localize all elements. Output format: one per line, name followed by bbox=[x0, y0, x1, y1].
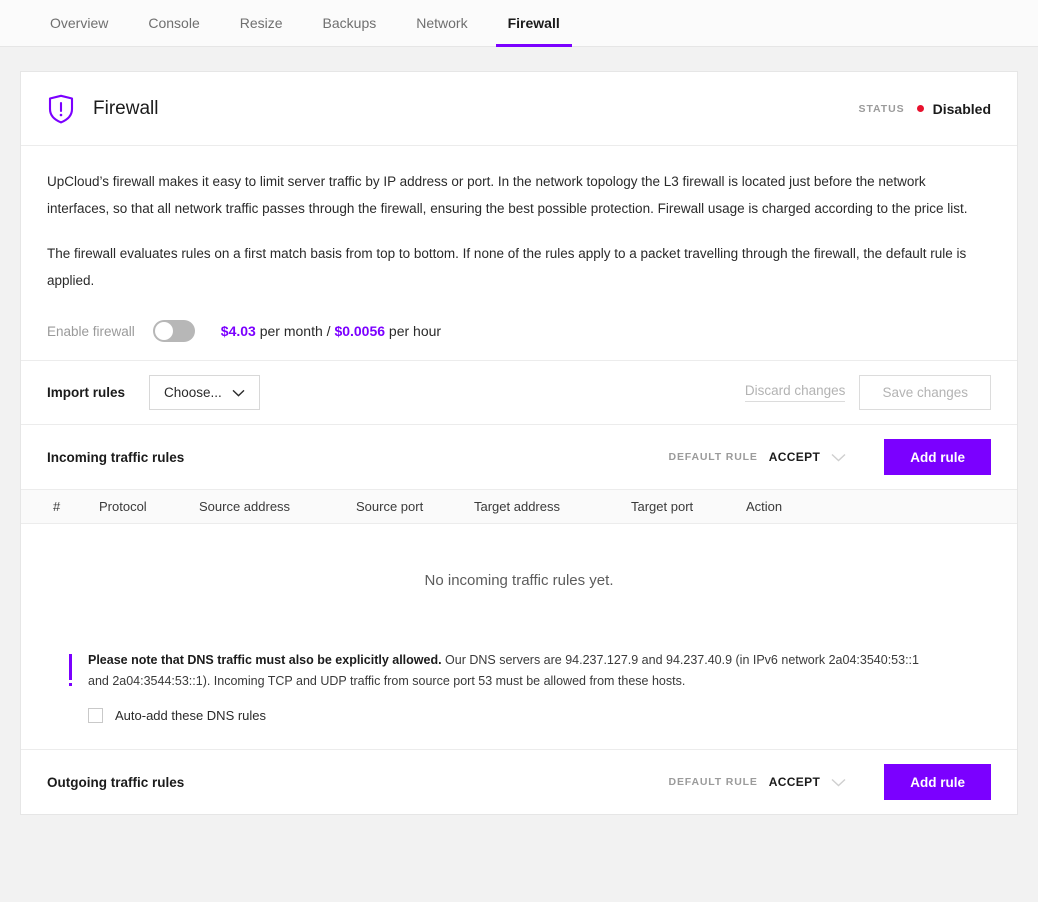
enable-firewall-label: Enable firewall bbox=[47, 323, 135, 339]
tab-overview[interactable]: Overview bbox=[30, 0, 128, 46]
auto-add-dns-label: Auto-add these DNS rules bbox=[115, 708, 267, 723]
outgoing-default-rule-label: DEFAULT RULE bbox=[668, 776, 758, 788]
tab-backups[interactable]: Backups bbox=[303, 0, 397, 46]
column-header-target-address: Target address bbox=[474, 499, 560, 514]
tab-network[interactable]: Network bbox=[396, 0, 487, 46]
tab-overview-label: Overview bbox=[50, 15, 109, 31]
tab-firewall[interactable]: Firewall bbox=[488, 0, 580, 47]
incoming-rules-table-header: # Protocol Source address Source port Ta… bbox=[21, 489, 1017, 524]
enable-firewall-row: Enable firewall $4.03 per month / $0.005… bbox=[47, 320, 991, 342]
column-header-source-port: Source port bbox=[356, 499, 424, 514]
outgoing-rules-actions: DEFAULT RULE ACCEPT Add rule bbox=[669, 764, 991, 800]
page-title: Firewall bbox=[93, 97, 159, 119]
import-rules-label: Import rules bbox=[47, 385, 126, 400]
price-per-hour: $0.0056 bbox=[334, 323, 386, 339]
column-header-target-port: Target port bbox=[631, 499, 694, 514]
tab-resize-label: Resize bbox=[239, 15, 283, 31]
tab-console[interactable]: Console bbox=[128, 0, 219, 46]
firewall-card-header: Firewall STATUS Disabled bbox=[21, 72, 1017, 146]
outgoing-rules-title: Outgoing traffic rules bbox=[47, 774, 185, 790]
column-header-number: # bbox=[53, 499, 61, 514]
import-rules-select[interactable]: Choose... bbox=[149, 375, 260, 410]
dns-note-text: Please note that DNS traffic must also b… bbox=[88, 650, 943, 692]
tab-network-label: Network bbox=[416, 15, 468, 31]
chevron-down-icon bbox=[831, 778, 846, 787]
outgoing-default-rule-value: ACCEPT bbox=[768, 775, 821, 789]
tab-resize[interactable]: Resize bbox=[220, 0, 303, 46]
import-rules-row: Import rules Choose... Discard changes S… bbox=[21, 361, 1017, 425]
column-header-action: Action bbox=[746, 499, 783, 514]
firewall-price: $4.03 per month / $0.0056 per hour bbox=[221, 323, 441, 339]
incoming-rules-empty-message: No incoming traffic rules yet. bbox=[424, 571, 614, 589]
column-header-source-address: Source address bbox=[199, 499, 291, 514]
tab-backups-label: Backups bbox=[322, 15, 377, 31]
firewall-description-section: UpCloud’s firewall makes it easy to limi… bbox=[21, 146, 1017, 361]
enable-firewall-toggle[interactable] bbox=[152, 320, 195, 342]
outgoing-rules-header: Outgoing traffic rules DEFAULT RULE ACCE… bbox=[21, 750, 1017, 814]
incoming-rules-title: Incoming traffic rules bbox=[47, 449, 185, 465]
column-header-protocol: Protocol bbox=[99, 499, 147, 514]
tab-console-label: Console bbox=[148, 15, 200, 31]
status-label: STATUS bbox=[858, 102, 905, 115]
incoming-rules-actions: DEFAULT RULE ACCEPT Add rule bbox=[669, 439, 991, 475]
price-per-month: $4.03 bbox=[220, 323, 256, 339]
incoming-default-rule-select[interactable]: DEFAULT RULE ACCEPT bbox=[669, 450, 847, 464]
outgoing-add-rule-button[interactable]: Add rule bbox=[884, 764, 991, 800]
outgoing-default-rule-select[interactable]: DEFAULT RULE ACCEPT bbox=[669, 775, 847, 789]
dns-note-bold: Please note that DNS traffic must also b… bbox=[88, 653, 442, 667]
price-hour-suffix: per hour bbox=[385, 323, 442, 339]
shield-alert-icon bbox=[47, 94, 75, 124]
import-rules-actions: Discard changes Save changes bbox=[744, 375, 991, 410]
incoming-default-rule-label: DEFAULT RULE bbox=[668, 451, 758, 463]
save-changes-button[interactable]: Save changes bbox=[859, 375, 991, 410]
chevron-down-icon bbox=[232, 389, 245, 397]
tab-firewall-label: Firewall bbox=[507, 15, 560, 31]
incoming-rules-header: Incoming traffic rules DEFAULT RULE ACCE… bbox=[21, 425, 1017, 489]
status-area: STATUS Disabled bbox=[859, 101, 991, 117]
status-badge: Disabled bbox=[916, 100, 991, 117]
import-rules-select-value: Choose... bbox=[164, 385, 222, 400]
discard-changes-link[interactable]: Discard changes bbox=[744, 383, 846, 402]
price-month-suffix: per month / bbox=[255, 323, 335, 339]
incoming-add-rule-button[interactable]: Add rule bbox=[884, 439, 991, 475]
auto-add-dns-row: Auto-add these DNS rules bbox=[21, 692, 1017, 723]
firewall-card: Firewall STATUS Disabled UpCloud’s firew… bbox=[20, 71, 1018, 815]
toggle-knob bbox=[154, 322, 173, 340]
server-tab-bar: Overview Console Resize Backups Network … bbox=[0, 0, 1038, 47]
dns-note: Please note that DNS traffic must also b… bbox=[21, 636, 1017, 692]
chevron-down-icon bbox=[831, 453, 846, 462]
incoming-default-rule-value: ACCEPT bbox=[768, 450, 821, 464]
auto-add-dns-checkbox[interactable] bbox=[88, 708, 103, 723]
status-dot-icon bbox=[916, 105, 924, 112]
description-paragraph-2: The firewall evaluates rules on a first … bbox=[47, 246, 967, 288]
status-value: Disabled bbox=[932, 100, 991, 117]
description-paragraph-1: UpCloud’s firewall makes it easy to limi… bbox=[47, 174, 968, 216]
note-exclamation-icon bbox=[69, 654, 72, 692]
